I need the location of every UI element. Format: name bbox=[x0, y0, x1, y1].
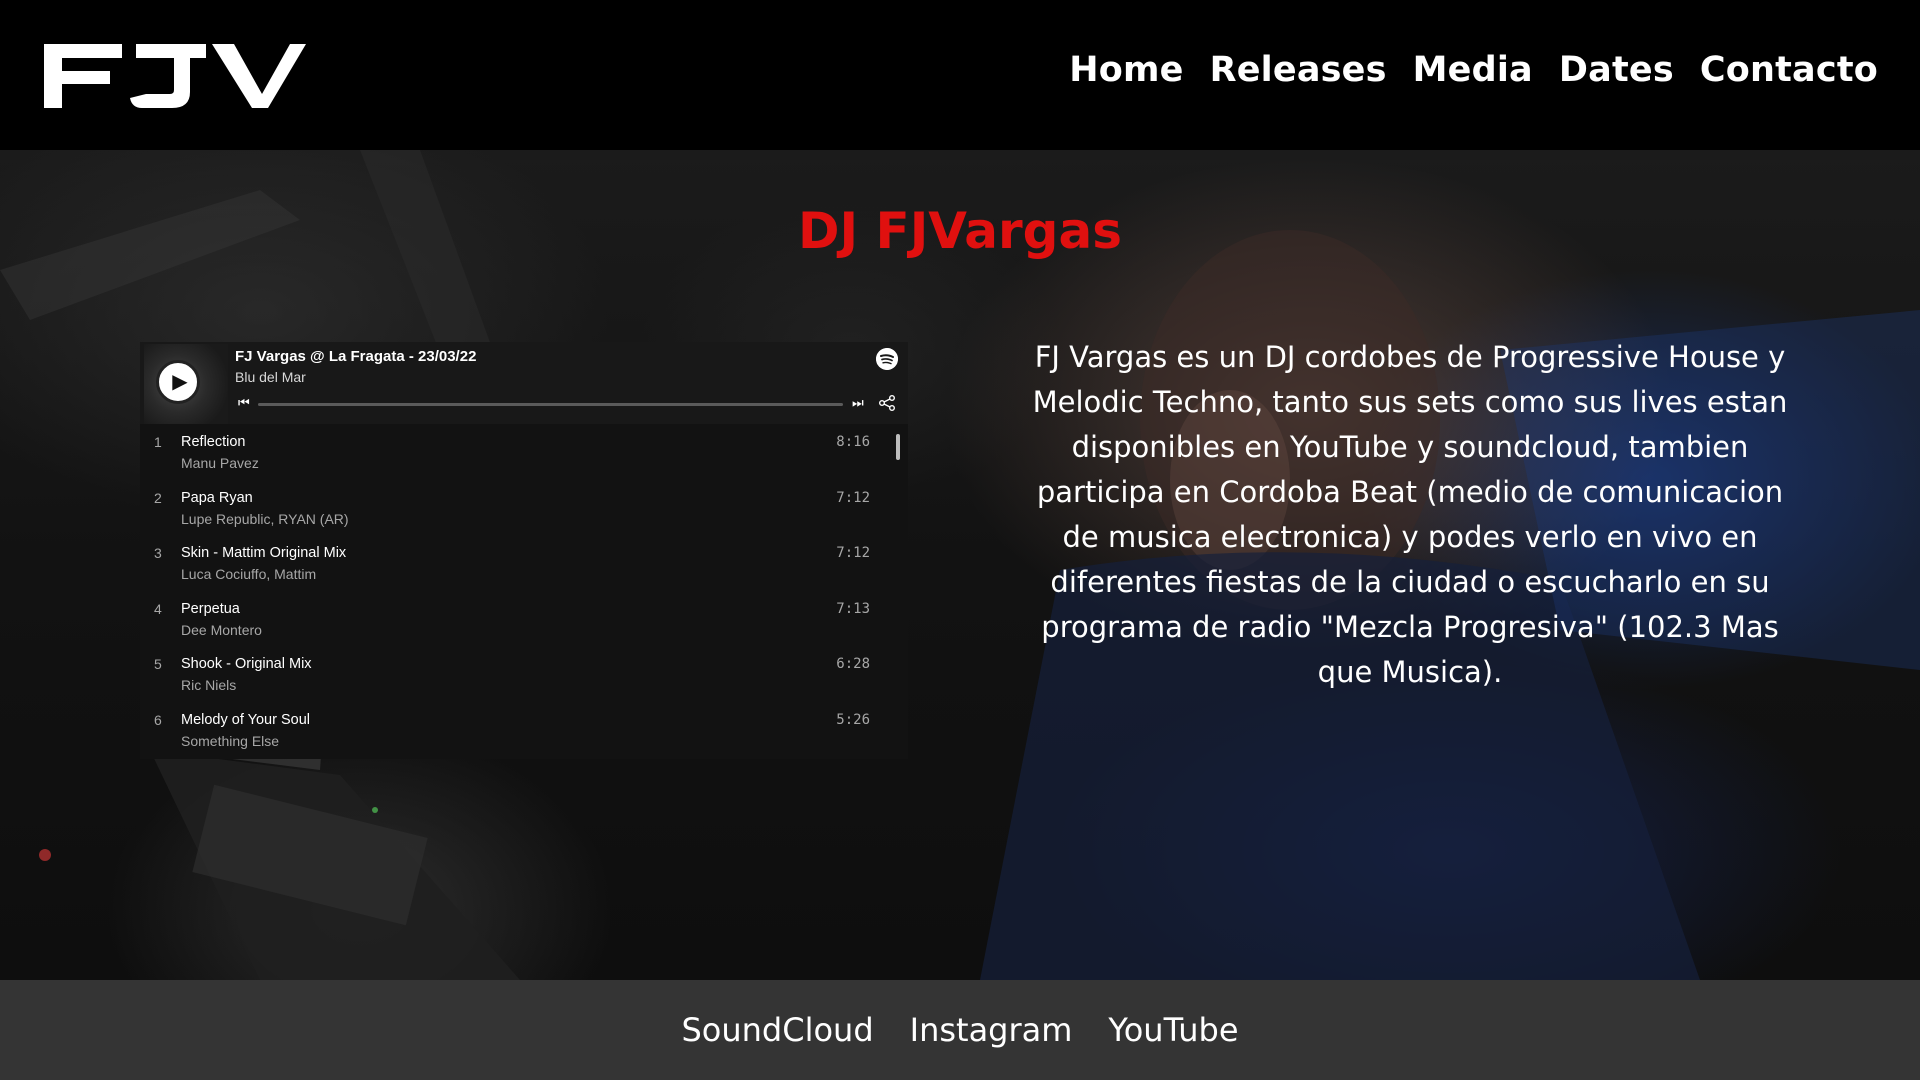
next-icon[interactable]: ⏭ bbox=[852, 395, 864, 411]
track-row[interactable]: 4 Perpetua Dee Montero 7:13 bbox=[140, 593, 908, 649]
track-artist: Something Else bbox=[181, 732, 280, 749]
footer-link-instagram[interactable]: Instagram bbox=[910, 1011, 1073, 1049]
track-title: Shook - Original Mix bbox=[181, 656, 312, 672]
play-button[interactable]: ▶ bbox=[156, 360, 200, 404]
track-artist: Ric Niels bbox=[181, 677, 237, 693]
show-name[interactable]: Blu del Mar bbox=[235, 369, 306, 385]
track-artist: Dee Montero bbox=[181, 621, 262, 638]
track-list: 1 Reflection Manu Pavez 8:16 2 Papa Ryan… bbox=[140, 426, 908, 759]
track-title: Skin - Mattim Original Mix bbox=[181, 545, 347, 561]
tracklist-scrollbar[interactable] bbox=[896, 434, 900, 460]
page-title: DJ FJVargas bbox=[798, 202, 1122, 260]
progress-bar[interactable] bbox=[258, 403, 843, 406]
track-number: 2 bbox=[154, 489, 162, 506]
spotify-player: ▶ FJ Vargas @ La Fragata - 23/03/22 Blu … bbox=[140, 342, 908, 759]
track-row[interactable]: 6 Melody of Your Soul Something Else 5:2… bbox=[140, 704, 908, 760]
track-title: Papa Ryan bbox=[181, 489, 253, 506]
track-duration: 7:13 bbox=[836, 600, 870, 617]
nav-releases[interactable]: Releases bbox=[1210, 50, 1387, 90]
track-number: 6 bbox=[154, 711, 162, 728]
track-duration: 7:12 bbox=[836, 489, 870, 506]
track-row[interactable]: 1 Reflection Manu Pavez 8:16 bbox=[140, 426, 908, 482]
track-row[interactable]: 5 Shook - Original Mix Ric Niels 6:28 bbox=[140, 648, 908, 704]
nav-media[interactable]: Media bbox=[1413, 50, 1533, 90]
footer-link-soundcloud[interactable]: SoundCloud bbox=[681, 1011, 873, 1049]
nav-dates[interactable]: Dates bbox=[1559, 50, 1674, 90]
track-duration: 7:12 bbox=[836, 545, 870, 561]
artist-bio: FJ Vargas es un DJ cordobes de Progressi… bbox=[1032, 340, 1788, 689]
spotify-icon[interactable] bbox=[876, 348, 898, 370]
previous-icon[interactable]: ⏮ bbox=[238, 395, 250, 411]
track-artist: Luca Cociuffo, Mattim bbox=[181, 566, 317, 582]
fjv-logo[interactable] bbox=[44, 38, 306, 114]
track-number: 4 bbox=[154, 600, 162, 617]
track-row[interactable]: 2 Papa Ryan Lupe Republic, RYAN (AR) 7:1… bbox=[140, 482, 908, 538]
track-title: Melody of Your Soul bbox=[181, 711, 310, 728]
site-header: Home Releases Media Dates Contacto bbox=[0, 0, 1920, 150]
track-duration: 8:16 bbox=[836, 434, 870, 450]
track-number: 1 bbox=[154, 434, 162, 450]
share-icon[interactable] bbox=[878, 394, 896, 412]
play-icon: ▶ bbox=[172, 371, 188, 393]
nav-home[interactable]: Home bbox=[1069, 50, 1183, 90]
track-number: 3 bbox=[154, 545, 162, 561]
track-duration: 5:26 bbox=[836, 711, 870, 728]
nav-contacto[interactable]: Contacto bbox=[1700, 50, 1878, 90]
main-nav: Home Releases Media Dates Contacto bbox=[1069, 50, 1878, 90]
player-header: ▶ FJ Vargas @ La Fragata - 23/03/22 Blu … bbox=[140, 342, 908, 424]
track-number: 5 bbox=[154, 656, 162, 672]
track-title: Reflection bbox=[181, 434, 246, 450]
track-title: Perpetua bbox=[181, 600, 240, 617]
hero-section: DJ FJVargas ▶ FJ Vargas @ La Fragata - 2… bbox=[0, 150, 1920, 980]
site-footer: SoundCloud Instagram YouTube bbox=[0, 980, 1920, 1080]
footer-link-youtube[interactable]: YouTube bbox=[1108, 1011, 1238, 1049]
track-artist: Manu Pavez bbox=[181, 455, 259, 471]
episode-title[interactable]: FJ Vargas @ La Fragata - 23/03/22 bbox=[235, 348, 476, 365]
track-artist: Lupe Republic, RYAN (AR) bbox=[181, 510, 349, 527]
track-row[interactable]: 3 Skin - Mattim Original Mix Luca Cociuf… bbox=[140, 537, 908, 593]
track-duration: 6:28 bbox=[836, 656, 870, 672]
